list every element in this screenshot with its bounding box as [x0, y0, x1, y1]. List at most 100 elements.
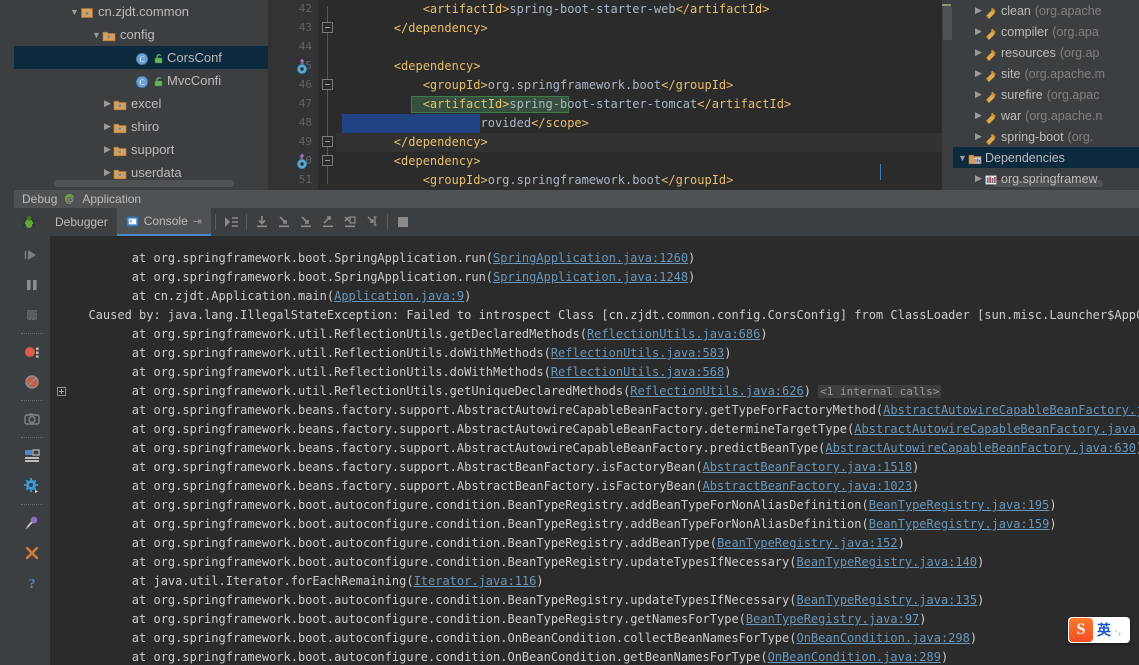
console-line[interactable]: at org.springframework.util.ReflectionUt…	[74, 363, 731, 382]
chevron-right-icon[interactable]: ▶	[973, 26, 984, 37]
fold-marker[interactable]	[322, 22, 333, 33]
step-over-icon[interactable]	[251, 211, 273, 233]
drop-frame-icon[interactable]	[339, 211, 361, 233]
editor-pom-xml[interactable]: 42434445464748495051 <artifactId>spring-…	[268, 0, 953, 190]
chevron-down-icon[interactable]: ▼	[91, 30, 102, 40]
console-line[interactable]: at org.springframework.boot.autoconfigur…	[74, 591, 984, 610]
stacktrace-link[interactable]: BeanTypeRegistry.java:159	[869, 517, 1050, 531]
stacktrace-link[interactable]: BeanTypeRegistry.java:152	[717, 536, 898, 550]
maven-item-site[interactable]: ▶site(org.apache.m	[953, 63, 1139, 84]
stacktrace-link[interactable]: AbstractAutowireCapableBeanFactory.java:…	[825, 441, 1136, 455]
stacktrace-link[interactable]: Application.java:9	[334, 289, 464, 303]
maven-item-war[interactable]: ▶war(org.apache.n	[953, 105, 1139, 126]
chevron-down-icon[interactable]: ▼	[957, 153, 968, 163]
editor-gutter[interactable]: 42434445464748495051	[268, 0, 318, 190]
console-line[interactable]: at org.springframework.util.ReflectionUt…	[74, 325, 768, 344]
console-line[interactable]: at java.util.Iterator.forEachRemaining(I…	[74, 572, 544, 591]
editor-fold-column[interactable]	[320, 0, 336, 190]
tree-item-mvcconfi[interactable]: CMvcConfi	[14, 69, 268, 92]
code-line[interactable]: </dependency>	[336, 133, 488, 152]
console-line[interactable]: at org.springframework.beans.factory.sup…	[74, 458, 919, 477]
console-line[interactable]: at cn.zjdt.Application.main(Application.…	[74, 287, 471, 306]
mute-breakpoints-icon[interactable]	[19, 369, 45, 395]
code-line[interactable]: <groupId>org.springframework.boot</group…	[336, 76, 733, 95]
settings-gear-icon[interactable]	[19, 473, 45, 499]
stop-icon[interactable]	[19, 302, 45, 328]
maven-item-dependencies[interactable]: ▼Dependencies	[953, 147, 1139, 168]
chevron-right-icon[interactable]: ▶	[102, 121, 113, 132]
stacktrace-link[interactable]: AbstractAutowireCapableBeanFactory.java:…	[883, 403, 1139, 417]
step-into-icon[interactable]	[273, 211, 295, 233]
chevron-right-icon[interactable]: ▶	[973, 173, 984, 184]
fold-marker[interactable]	[322, 79, 333, 90]
run-to-cursor-icon[interactable]	[361, 211, 383, 233]
console-line[interactable]: at org.springframework.boot.autoconfigur…	[74, 629, 977, 648]
tree-item-cn-zjdt-common[interactable]: ▼cn.zjdt.common	[14, 0, 268, 23]
chevron-down-icon[interactable]: ▼	[69, 7, 80, 17]
help-icon[interactable]: ?	[19, 570, 45, 596]
maven-item-clean[interactable]: ▶clean(org.apache	[953, 0, 1139, 21]
chevron-right-icon[interactable]: ▶	[973, 68, 984, 79]
stacktrace-link[interactable]: SpringApplication.java:1260	[493, 251, 688, 265]
force-step-into-icon[interactable]	[295, 211, 317, 233]
ime-punctuation-icon[interactable]: ·,	[1114, 623, 1121, 637]
chevron-right-icon[interactable]: ▶	[973, 5, 984, 16]
console-line[interactable]: at org.springframework.boot.autoconfigur…	[74, 610, 927, 629]
console-line[interactable]: at org.springframework.beans.factory.sup…	[74, 439, 1139, 458]
chevron-right-icon[interactable]: ▶	[102, 98, 113, 109]
maven-item-compiler[interactable]: ▶compiler(org.apa	[953, 21, 1139, 42]
tab-debugger[interactable]: Debugger	[46, 208, 117, 236]
ime-mode-label[interactable]: 英	[1097, 620, 1111, 640]
tree-item-corsconf[interactable]: CCorsConf	[14, 46, 268, 69]
console-line[interactable]: at org.springframework.boot.autoconfigur…	[74, 496, 1057, 515]
chevron-right-icon[interactable]: ▶	[973, 110, 984, 121]
scrollbar-thumb[interactable]	[943, 6, 952, 40]
screenshot-icon[interactable]	[19, 406, 45, 432]
console-line[interactable]: at org.springframework.boot.autoconfigur…	[74, 534, 905, 553]
tree-item-excel[interactable]: ▶excel	[14, 92, 268, 115]
chevron-right-icon[interactable]: ▶	[973, 89, 984, 100]
tab-console[interactable]: Console ⇥	[117, 208, 211, 236]
project-tool-window[interactable]: ▼cn.zjdt.common▼configCCorsConfCMvcConfi…	[14, 0, 268, 190]
stacktrace-link[interactable]: BeanTypeRegistry.java:135	[796, 593, 977, 607]
maven-item-resources[interactable]: ▶resources(org.ap	[953, 42, 1139, 63]
stacktrace-link[interactable]: AbstractBeanFactory.java:1023	[703, 479, 913, 493]
stacktrace-link[interactable]: ReflectionUtils.java:626	[630, 384, 803, 398]
pin-tab-icon[interactable]	[19, 510, 45, 536]
stacktrace-link[interactable]: ReflectionUtils.java:568	[551, 365, 724, 379]
evaluate-expression-icon[interactable]	[392, 211, 414, 233]
chevron-right-icon[interactable]: ▶	[973, 131, 984, 142]
stacktrace-link[interactable]: SpringApplication.java:1248	[493, 270, 688, 284]
code-line[interactable]: <dependency>	[336, 57, 481, 76]
console-line[interactable]: at org.springframework.boot.autoconfigur…	[74, 515, 1057, 534]
code-line[interactable]: <artifactId>spring-boot-starter-web</art…	[336, 0, 770, 19]
stacktrace-link[interactable]: BeanTypeRegistry.java:97	[746, 612, 919, 626]
stacktrace-link[interactable]: AbstractAutowireCapableBeanFactory.java:…	[854, 422, 1139, 436]
maven-tool-window[interactable]: ▶clean(org.apache▶compiler(org.apa▶resou…	[953, 0, 1139, 190]
sogou-logo-icon[interactable]: S	[1069, 618, 1093, 642]
close-icon[interactable]	[19, 540, 45, 566]
sogou-ime-bar[interactable]: S 英 ·,	[1068, 617, 1130, 643]
stacktrace-link[interactable]: AbstractBeanFactory.java:1518	[703, 460, 913, 474]
stacktrace-link[interactable]: Iterator.java:116	[414, 574, 537, 588]
stacktrace-link[interactable]: BeanTypeRegistry.java:195	[869, 498, 1050, 512]
console-output[interactable]: at org.springframework.boot.SpringApplic…	[50, 236, 1139, 665]
tree-item-support[interactable]: ▶support	[14, 138, 268, 161]
tree-item-userdata[interactable]: ▶userdata	[14, 161, 268, 184]
pause-program-icon[interactable]	[19, 272, 45, 298]
stacktrace-link[interactable]: ReflectionUtils.java:686	[587, 327, 760, 341]
tree-item-config[interactable]: ▼config	[14, 23, 268, 46]
maven-item-spring-boot[interactable]: ▶spring-boot(org.	[953, 126, 1139, 147]
console-line[interactable]: at org.springframework.beans.factory.sup…	[74, 420, 1139, 439]
step-out-icon[interactable]	[317, 211, 339, 233]
pin-tab-arrow-icon[interactable]: ⇥	[193, 215, 202, 228]
tree-item-shiro[interactable]: ▶shiro	[14, 115, 268, 138]
code-line[interactable]: <dependency>	[336, 152, 481, 171]
console-line[interactable]: at org.springframework.beans.factory.sup…	[74, 477, 919, 496]
console-line[interactable]: at org.springframework.util.ReflectionUt…	[74, 382, 941, 401]
console-line[interactable]: at org.springframework.boot.autoconfigur…	[74, 553, 984, 572]
dependency-update-icon[interactable]	[294, 153, 310, 170]
console-line[interactable]: at org.springframework.boot.autoconfigur…	[74, 648, 948, 665]
code-line[interactable]: <artifactId>spring-boot-starter-tomcat</…	[336, 95, 791, 114]
stacktrace-link[interactable]: ReflectionUtils.java:583	[551, 346, 724, 360]
